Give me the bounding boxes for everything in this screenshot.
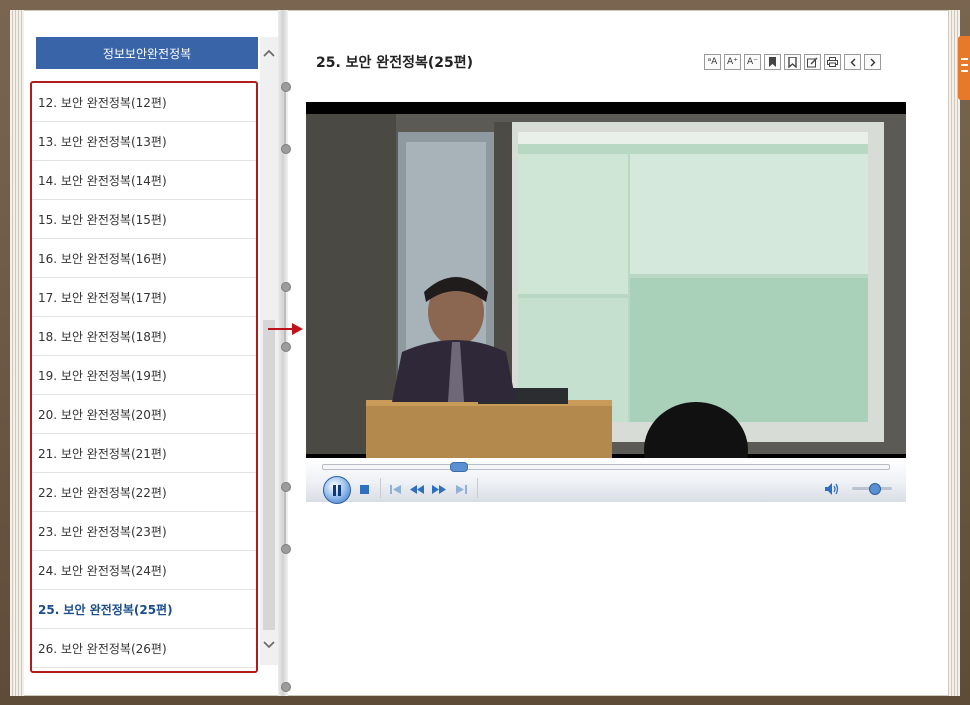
page-edge-left xyxy=(10,10,24,696)
page-toolbar: ᵃA A⁺ A⁻ xyxy=(704,54,881,70)
previous-button[interactable] xyxy=(388,482,402,496)
menu-line xyxy=(961,58,968,60)
binding-ring xyxy=(281,682,291,692)
chapter-item[interactable]: 14. 보안 완전정복(14편) xyxy=(32,161,256,200)
chevron-left-icon[interactable] xyxy=(844,54,861,70)
chapter-item[interactable]: 19. 보안 완전정복(19편) xyxy=(32,356,256,395)
chapter-item[interactable]: 18. 보안 완전정복(18편) xyxy=(32,317,256,356)
chapter-item[interactable]: 16. 보안 완전정복(16편) xyxy=(32,239,256,278)
speaker-icon xyxy=(824,483,838,495)
chevron-down-icon[interactable] xyxy=(260,636,278,654)
binding-wire xyxy=(284,84,286,150)
binding-wire xyxy=(284,484,286,548)
video-player-screen[interactable] xyxy=(306,102,906,458)
category-header[interactable]: 정보보안완전정복 xyxy=(36,37,258,69)
chapter-list: 12. 보안 완전정복(12편) 13. 보안 완전정복(13편) 14. 보안… xyxy=(30,81,258,673)
binding-ring xyxy=(281,482,291,492)
chapter-item[interactable]: 26. 보안 완전정복(26편) xyxy=(32,629,256,668)
binding-ring xyxy=(281,82,291,92)
stop-button[interactable] xyxy=(357,482,371,496)
seek-bar[interactable] xyxy=(322,464,890,470)
divider xyxy=(380,478,381,498)
binding-ring xyxy=(281,144,291,154)
side-menu-tab[interactable] xyxy=(958,36,970,100)
stop-icon xyxy=(359,484,369,494)
divider xyxy=(477,478,478,498)
chevron-up-icon[interactable] xyxy=(260,44,278,62)
font-decrease-icon[interactable]: A⁻ xyxy=(744,54,761,70)
font-increase-label: A⁺ xyxy=(727,57,738,67)
print-icon[interactable] xyxy=(824,54,841,70)
arrow-right-icon xyxy=(268,323,303,335)
chapter-item[interactable]: 24. 보안 완전정복(24편) xyxy=(32,551,256,590)
chapter-item[interactable]: 20. 보안 완전정복(20편) xyxy=(32,395,256,434)
bookmark-icon[interactable] xyxy=(764,54,781,70)
binding-wire xyxy=(284,284,286,348)
fast-forward-button[interactable] xyxy=(431,482,447,496)
scrollbar-thumb[interactable] xyxy=(263,320,275,630)
rewind-button[interactable] xyxy=(409,482,425,496)
skip-back-icon xyxy=(389,484,401,494)
font-increase-icon[interactable]: A⁺ xyxy=(724,54,741,70)
menu-line xyxy=(961,70,968,72)
volume-thumb[interactable] xyxy=(869,483,881,495)
chapter-item[interactable]: 13. 보안 완전정복(13편) xyxy=(32,122,256,161)
rewind-icon xyxy=(410,484,424,494)
menu-line xyxy=(961,64,968,66)
chapter-item[interactable]: 22. 보안 완전정복(22편) xyxy=(32,473,256,512)
binding-ring xyxy=(281,342,291,352)
page-title: 25. 보안 완전정복(25편) xyxy=(316,55,473,71)
chevron-right-icon[interactable] xyxy=(864,54,881,70)
bookmark-list-icon[interactable] xyxy=(784,54,801,70)
font-decrease-label: A⁻ xyxy=(747,57,758,67)
font-reset-label: ᵃA xyxy=(707,57,718,67)
next-button[interactable] xyxy=(454,482,468,496)
volume-button[interactable] xyxy=(823,481,841,497)
book-spine xyxy=(278,10,288,696)
chapter-item[interactable]: 23. 보안 완전정복(23편) xyxy=(32,512,256,551)
chapter-item-active[interactable]: 25. 보안 완전정복(25편) xyxy=(32,590,256,629)
font-reset-icon[interactable]: ᵃA xyxy=(704,54,721,70)
seek-thumb[interactable] xyxy=(449,462,468,472)
chapter-item[interactable]: 15. 보안 완전정복(15편) xyxy=(32,200,256,239)
edit-note-icon[interactable] xyxy=(804,54,821,70)
page-edge-right xyxy=(948,10,960,696)
binding-ring xyxy=(281,544,291,554)
skip-forward-icon xyxy=(455,484,467,494)
chapter-item[interactable]: 21. 보안 완전정복(21편) xyxy=(32,434,256,473)
pause-button[interactable] xyxy=(323,476,351,504)
fast-forward-icon xyxy=(432,484,446,494)
lecture-video-frame xyxy=(306,102,906,458)
pause-icon xyxy=(333,484,341,496)
chapter-item[interactable]: 17. 보안 완전정복(17편) xyxy=(32,278,256,317)
binding-ring xyxy=(281,282,291,292)
chapter-item[interactable]: 12. 보안 완전정복(12편) xyxy=(32,83,256,122)
